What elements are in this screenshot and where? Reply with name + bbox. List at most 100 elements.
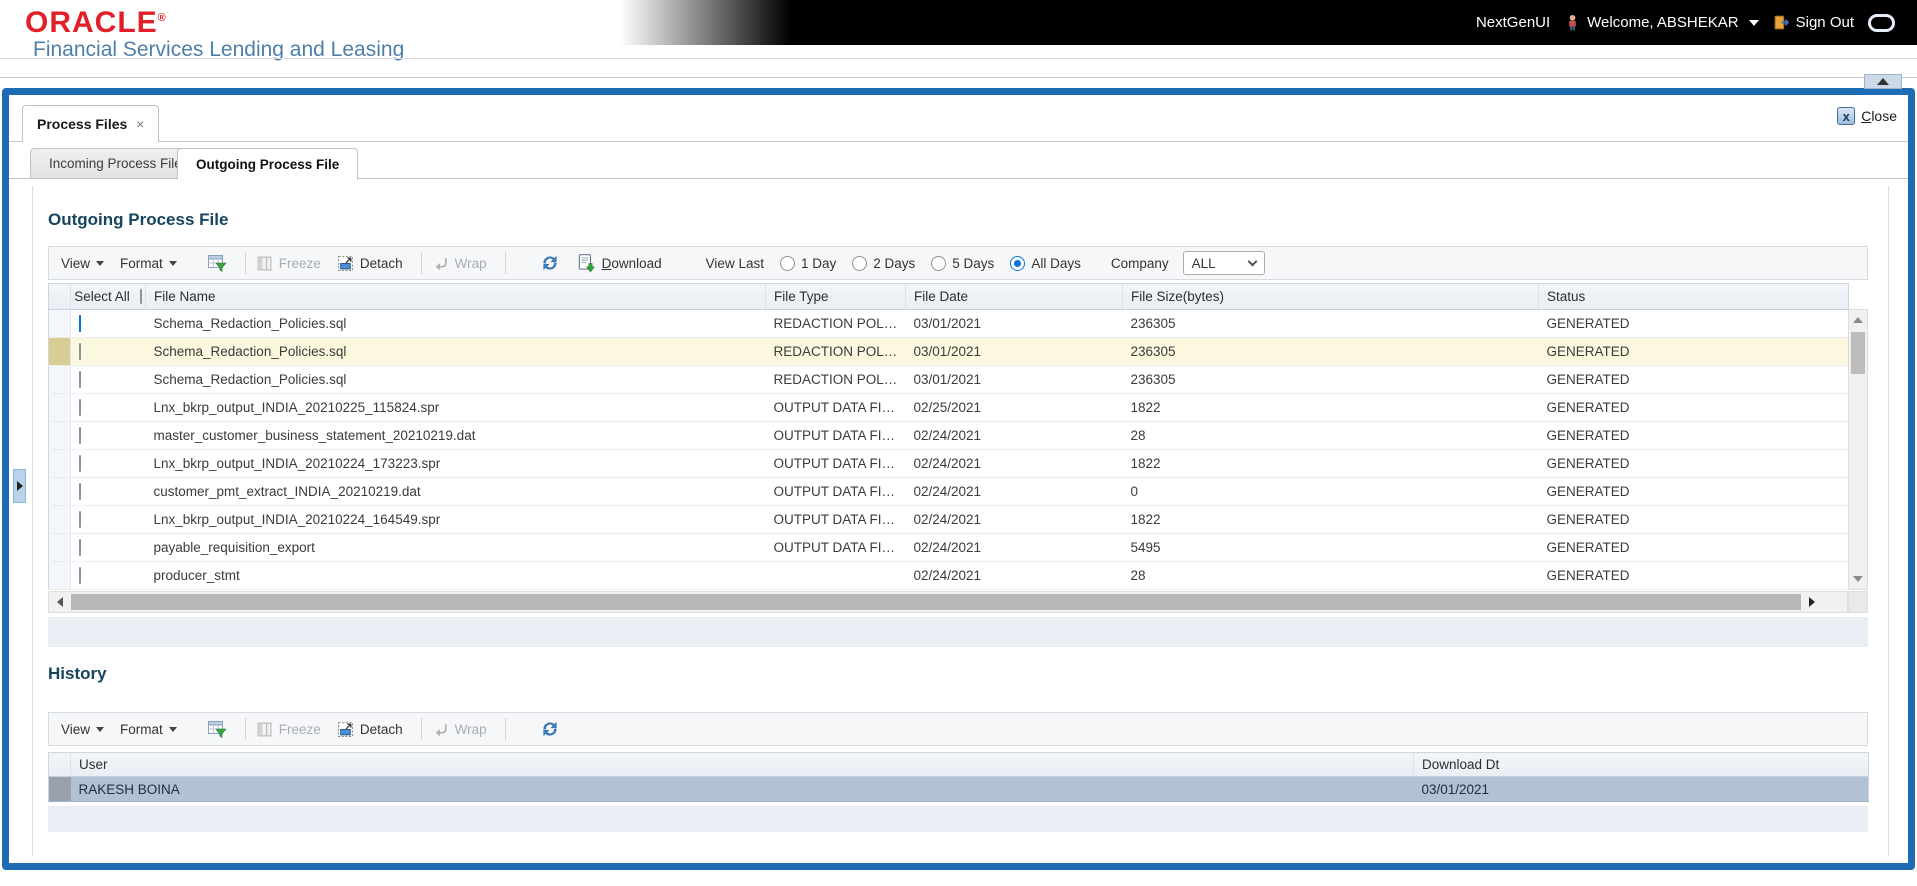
divider <box>244 252 246 274</box>
company-select[interactable]: ALL <box>1182 251 1265 275</box>
table-row[interactable]: Schema_Redaction_Policies.sql REDACTION P… <box>48 309 1849 338</box>
table-row[interactable]: Lnx_bkrp_output_INDIA_20210224_173223.sp… <box>48 449 1849 478</box>
process-files-window-tab[interactable]: Process Files × <box>22 105 160 142</box>
select-all-label: Select All <box>74 289 130 304</box>
table-row[interactable]: payable_requisition_export OUTPUT DATA FI… <box>48 533 1849 562</box>
divider <box>0 58 1917 59</box>
row-checkbox[interactable] <box>79 539 81 556</box>
query-by-example-icon <box>207 255 227 273</box>
sign-out-link[interactable]: Sign Out <box>1773 14 1854 31</box>
detach-button[interactable]: Detach <box>337 721 403 738</box>
divider <box>504 252 506 274</box>
scroll-up-icon[interactable] <box>1849 312 1867 328</box>
table-row[interactable]: Lnx_bkrp_output_INDIA_20210225_115824.sp… <box>48 393 1849 422</box>
divider <box>420 252 422 274</box>
table-row[interactable]: Schema_Redaction_Policies.sql REDACTION P… <box>48 337 1849 366</box>
detach-button[interactable]: Detach <box>337 255 403 272</box>
close-button[interactable]: x Close <box>1837 107 1897 125</box>
table-row[interactable]: Schema_Redaction_Policies.sql REDACTION P… <box>48 365 1849 394</box>
freeze-icon <box>257 722 272 736</box>
row-checkbox[interactable] <box>79 567 81 584</box>
row-checkbox[interactable] <box>79 483 81 500</box>
view-menu-button[interactable]: View <box>61 256 105 271</box>
brand: ORACLE® Financial Services Lending and L… <box>25 4 404 62</box>
radio-2-days[interactable]: 2 Days <box>852 255 915 271</box>
view-last-label: View Last <box>705 255 764 271</box>
wrap-button[interactable]: Wrap <box>432 721 487 738</box>
welcome-label: Welcome, ABSHEKAR <box>1587 14 1739 31</box>
download-icon <box>578 254 595 273</box>
radio-icon <box>931 255 947 271</box>
table-row[interactable]: Lnx_bkrp_output_INDIA_20210224_164549.sp… <box>48 505 1849 534</box>
row-checkbox[interactable] <box>79 315 81 332</box>
panel-splitter-handle[interactable] <box>13 469 26 503</box>
refresh-button[interactable] <box>540 719 560 739</box>
tab-close-icon[interactable]: × <box>136 116 144 132</box>
col-download-dt[interactable]: Download Dt <box>1413 752 1869 777</box>
vertical-scroll-thumb[interactable] <box>1851 332 1865 374</box>
divider <box>1888 186 1889 856</box>
table-row[interactable]: customer_pmt_extract_INDIA_20210219.dat O… <box>48 477 1849 506</box>
history-header-row: User Download Dt <box>48 752 1869 777</box>
collapse-panel-button[interactable] <box>1864 74 1902 89</box>
col-user[interactable]: User <box>70 752 1414 777</box>
row-checkbox[interactable] <box>79 511 81 528</box>
refresh-button[interactable] <box>540 253 560 273</box>
horizontal-scrollbar[interactable] <box>48 591 1848 613</box>
detach-icon <box>337 721 353 737</box>
session-indicator-icon[interactable] <box>1868 13 1895 32</box>
vertical-scrollbar[interactable] <box>1848 309 1868 590</box>
tab-outgoing-process-file[interactable]: Outgoing Process File <box>177 148 359 180</box>
radio-1-day[interactable]: 1 Day <box>779 255 836 271</box>
query-by-example-button[interactable] <box>207 719 227 739</box>
col-file-type[interactable]: File Type <box>765 283 906 310</box>
download-button[interactable]: Download <box>576 253 662 273</box>
history-row[interactable]: RAKESH BOINA 03/01/2021 <box>48 776 1869 802</box>
view-menu-button[interactable]: View <box>61 722 105 737</box>
person-icon <box>1569 14 1576 31</box>
horizontal-scroll-thumb[interactable] <box>71 594 1801 610</box>
radio-5-days[interactable]: 5 Days <box>931 255 994 271</box>
row-checkbox[interactable] <box>79 371 81 388</box>
table-row[interactable]: master_customer_business_statement_20210… <box>48 421 1849 450</box>
row-gutter <box>48 776 71 802</box>
row-checkbox[interactable] <box>79 399 81 416</box>
outgoing-toolbar: View Format Freeze Detach Wrap Download … <box>48 246 1868 280</box>
window-tab-label: Process Files <box>37 116 128 132</box>
col-file-size[interactable]: File Size(bytes) <box>1122 283 1539 310</box>
col-file-name[interactable]: File Name <box>145 283 766 310</box>
outgoing-table: Select All File Name File Type File Date… <box>48 283 1849 590</box>
wrap-icon <box>435 257 447 270</box>
col-status[interactable]: Status <box>1538 283 1849 310</box>
radio-all-days[interactable]: All Days <box>1010 255 1081 271</box>
freeze-button[interactable]: Freeze <box>256 255 321 272</box>
gutter-header <box>48 752 71 777</box>
chevron-down-icon <box>168 726 177 732</box>
select-all-checkbox[interactable] <box>139 289 142 304</box>
row-checkbox[interactable] <box>79 343 81 360</box>
scroll-down-icon[interactable] <box>1849 571 1867 587</box>
scroll-right-icon[interactable] <box>1801 592 1823 612</box>
row-checkbox[interactable] <box>79 455 81 472</box>
history-toolbar: View Format Freeze Detach Wrap <box>48 712 1868 746</box>
freeze-button[interactable]: Freeze <box>256 721 321 738</box>
format-menu-button[interactable]: Format <box>120 256 177 271</box>
wrap-button[interactable]: Wrap <box>432 255 487 272</box>
query-by-example-button[interactable] <box>207 253 227 273</box>
page: ORACLE® Financial Services Lending and L… <box>0 0 1917 886</box>
divider <box>504 718 506 740</box>
scroll-left-icon[interactable] <box>49 592 71 612</box>
registered-mark: ® <box>157 12 167 24</box>
table-row[interactable]: producer_stmt 02/24/2021 28 GENERATED <box>48 561 1849 590</box>
gutter-header <box>48 283 71 310</box>
radio-icon <box>779 255 795 271</box>
user-menu[interactable]: Welcome, ABSHEKAR <box>1564 14 1759 31</box>
row-checkbox[interactable] <box>79 427 81 444</box>
close-x-icon: x <box>1837 107 1856 125</box>
tab-incoming-process-file[interactable]: Incoming Process File <box>30 148 201 179</box>
triangle-up-icon <box>1877 78 1889 85</box>
col-file-date[interactable]: File Date <box>905 283 1123 310</box>
close-label: Close <box>1861 108 1897 124</box>
nextgenui-link[interactable]: NextGenUI <box>1476 14 1550 31</box>
format-menu-button[interactable]: Format <box>120 722 177 737</box>
